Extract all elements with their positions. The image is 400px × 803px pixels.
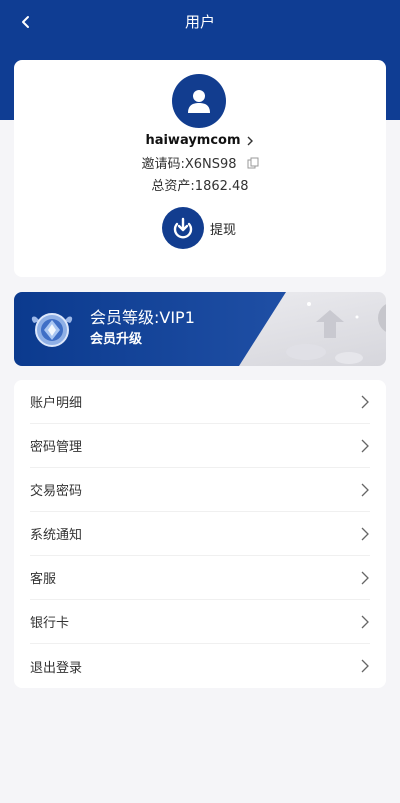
chevron-right-icon — [361, 439, 369, 452]
vip-banner[interactable]: 会员等级:VIP1 会员升级 — [14, 292, 386, 366]
chevron-right-icon — [247, 136, 253, 145]
menu-item-password[interactable]: 密码管理 — [30, 424, 370, 468]
menu-item-trade-password[interactable]: 交易密码 — [30, 468, 370, 512]
username: haiwaymcom — [145, 133, 241, 148]
chevron-right-icon — [361, 615, 369, 628]
menu-item-label: 交易密码 — [30, 484, 83, 499]
chevron-right-icon — [361, 571, 369, 584]
menu-item-label: 客服 — [30, 572, 57, 587]
chevron-right-icon — [361, 659, 369, 673]
menu-item-label: 退出登录 — [30, 660, 83, 676]
menu-item-label: 账户明细 — [30, 396, 83, 411]
menu-list: 账户明细 密码管理 交易密码 系统通知 客服 银行卡 退出登录 — [14, 380, 386, 688]
username-link[interactable]: haiwaymcom — [14, 133, 386, 148]
chevron-right-icon — [361, 483, 369, 496]
invite-code-row: 邀请码:X6NS98 — [14, 153, 386, 172]
menu-item-label: 系统通知 — [30, 528, 83, 543]
menu-item-customer-service[interactable]: 客服 — [30, 556, 370, 600]
vip-level: 会员等级:VIP1 — [90, 308, 195, 327]
user-icon — [188, 90, 210, 113]
menu-item-account-details[interactable]: 账户明细 — [30, 380, 370, 424]
invite-code: 邀请码:X6NS98 — [141, 157, 237, 172]
withdraw-label: 提现 — [210, 222, 237, 238]
profile-card: haiwaymcom 邀请码:X6NS98 总资产:1862.48 提现 — [14, 60, 386, 277]
menu-item-bank-card[interactable]: 银行卡 — [30, 600, 370, 644]
chevron-right-icon — [361, 527, 369, 540]
copy-icon — [247, 157, 259, 168]
menu-item-label: 银行卡 — [30, 616, 70, 631]
avatar — [172, 74, 226, 128]
chevron-right-icon — [361, 395, 369, 408]
vip-badge-icon — [31, 313, 73, 347]
menu-item-label: 密码管理 — [30, 440, 83, 455]
withdraw-icon-circle — [162, 207, 204, 249]
vip-upgrade-label: 会员升级 — [90, 332, 143, 347]
withdraw-button[interactable]: 提现 — [162, 207, 236, 249]
page-title: 用户 — [184, 13, 215, 31]
copy-button[interactable] — [247, 157, 259, 169]
menu-item-logout[interactable]: 退出登录 — [30, 644, 370, 688]
total-assets: 总资产:1862.48 — [151, 179, 249, 194]
withdraw-icon — [173, 217, 193, 239]
menu-item-notifications[interactable]: 系统通知 — [30, 512, 370, 556]
